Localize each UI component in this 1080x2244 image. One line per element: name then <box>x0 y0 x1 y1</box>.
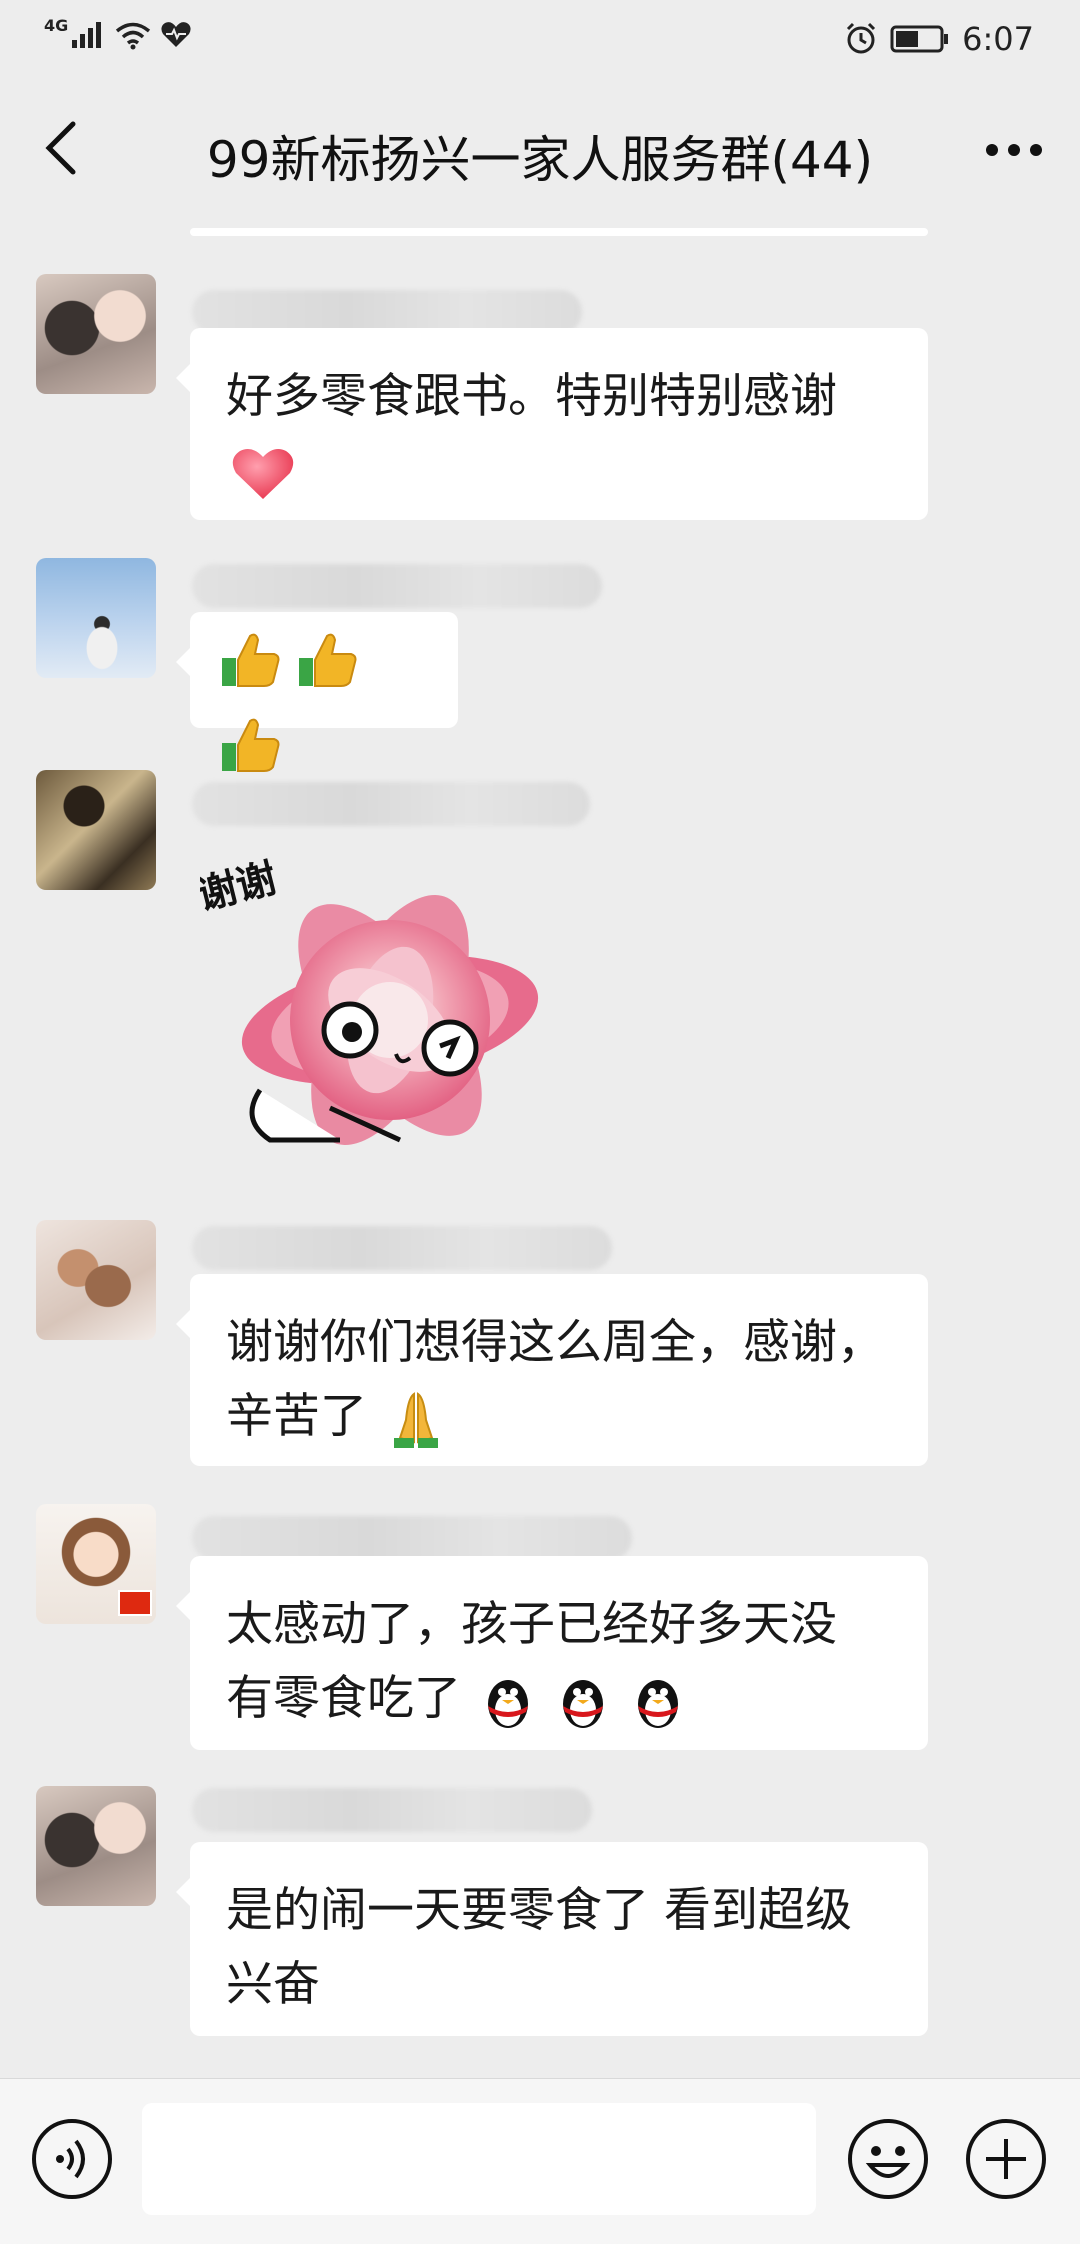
thumbs-up-icon <box>222 633 280 687</box>
more-dots-icon <box>986 144 1042 156</box>
chat-title: 99新标扬兴一家人服务群(44) <box>206 131 874 189</box>
sender-avatar[interactable] <box>36 274 156 394</box>
thumbs-up-icon <box>298 633 357 687</box>
header-divider <box>190 228 928 236</box>
plus-circle-icon <box>966 2119 1046 2199</box>
chat-screen: 4G 6:07 99新标扬兴一家人服务群(44) 好多零食跟书。特别特别感谢 谢… <box>0 0 1080 2244</box>
status-bar: 4G 6:07 <box>0 0 1080 86</box>
emoji-button[interactable] <box>846 2117 930 2201</box>
china-flag-icon <box>118 1590 152 1616</box>
message-bubble[interactable]: 好多零食跟书。特别特别感谢 <box>176 328 928 520</box>
qq-penguin-icon <box>562 1679 603 1728</box>
sender-name-blurred <box>192 782 590 826</box>
status-left-icons: 4G <box>44 16 192 50</box>
message-text-line2: 有零食吃了 <box>226 1671 461 1726</box>
thumbs-up-emoji-group <box>220 633 359 787</box>
voice-input-button[interactable] <box>30 2117 114 2201</box>
qq-penguin-emoji-group <box>476 1671 686 1728</box>
sender-avatar[interactable] <box>36 1220 156 1340</box>
status-right-icons: 6:07 <box>844 20 1034 58</box>
wifi-icon <box>116 22 151 50</box>
qq-penguin-icon <box>487 1679 528 1728</box>
sender-name-blurred <box>192 564 602 608</box>
signal-icon <box>72 22 102 48</box>
back-button[interactable] <box>30 118 90 178</box>
network-type-label: 4G <box>44 15 69 35</box>
sticker-message[interactable]: 谢谢 <box>192 840 560 1180</box>
sender-name-blurred <box>192 1788 592 1832</box>
praying-hands-icon <box>393 1391 438 1448</box>
message-text-line2: 辛苦了 <box>226 1389 367 1444</box>
more-functions-button[interactable] <box>964 2117 1048 2201</box>
thumbs-up-icon <box>222 718 280 772</box>
sender-avatar[interactable] <box>36 1504 156 1624</box>
message-bubble[interactable]: 谢谢你们想得这么周全，感谢， 辛苦了 <box>176 1274 928 1466</box>
heart-emoji-icon <box>232 448 294 499</box>
more-options-button[interactable] <box>974 120 1054 180</box>
message-text-input[interactable] <box>142 2103 816 2215</box>
sender-avatar[interactable] <box>36 1786 156 1906</box>
message-text: 好多零食跟书。特别特别感谢 <box>226 369 837 424</box>
clock-time: 6:07 <box>962 20 1034 58</box>
sender-avatar[interactable] <box>36 558 156 678</box>
battery-icon <box>890 25 949 53</box>
pink-succulent-thank-you-sticker-icon: 谢谢 <box>192 855 539 1145</box>
message-bubble[interactable] <box>176 612 458 772</box>
alarm-icon <box>847 22 876 54</box>
sender-avatar[interactable] <box>36 770 156 890</box>
message-bubble[interactable]: 太感动了，孩子已经好多天没 有零食吃了 <box>176 1556 928 1750</box>
message-input-bar <box>0 2078 1080 2244</box>
health-heart-icon <box>161 22 191 47</box>
nav-bar: 99新标扬兴一家人服务群(44) <box>0 86 1080 226</box>
sender-name-blurred <box>192 1516 632 1560</box>
sticker-caption: 谢谢 <box>200 855 281 919</box>
sender-name-blurred <box>192 1226 612 1270</box>
message-text-line1: 太感动了，孩子已经好多天没 <box>226 1597 837 1652</box>
message-text-line1: 是的闹一天要零食了 看到超级 <box>226 1883 852 1938</box>
smiley-icon <box>848 2119 928 2199</box>
message-text-line1: 谢谢你们想得这么周全，感谢， <box>226 1315 884 1370</box>
voice-icon <box>32 2119 112 2199</box>
message-bubble[interactable]: 是的闹一天要零食了 看到超级 兴奋 <box>176 1842 928 2036</box>
message-text-line2: 兴奋 <box>226 1957 320 2012</box>
qq-penguin-icon <box>637 1679 678 1728</box>
chevron-left-icon <box>45 121 76 175</box>
